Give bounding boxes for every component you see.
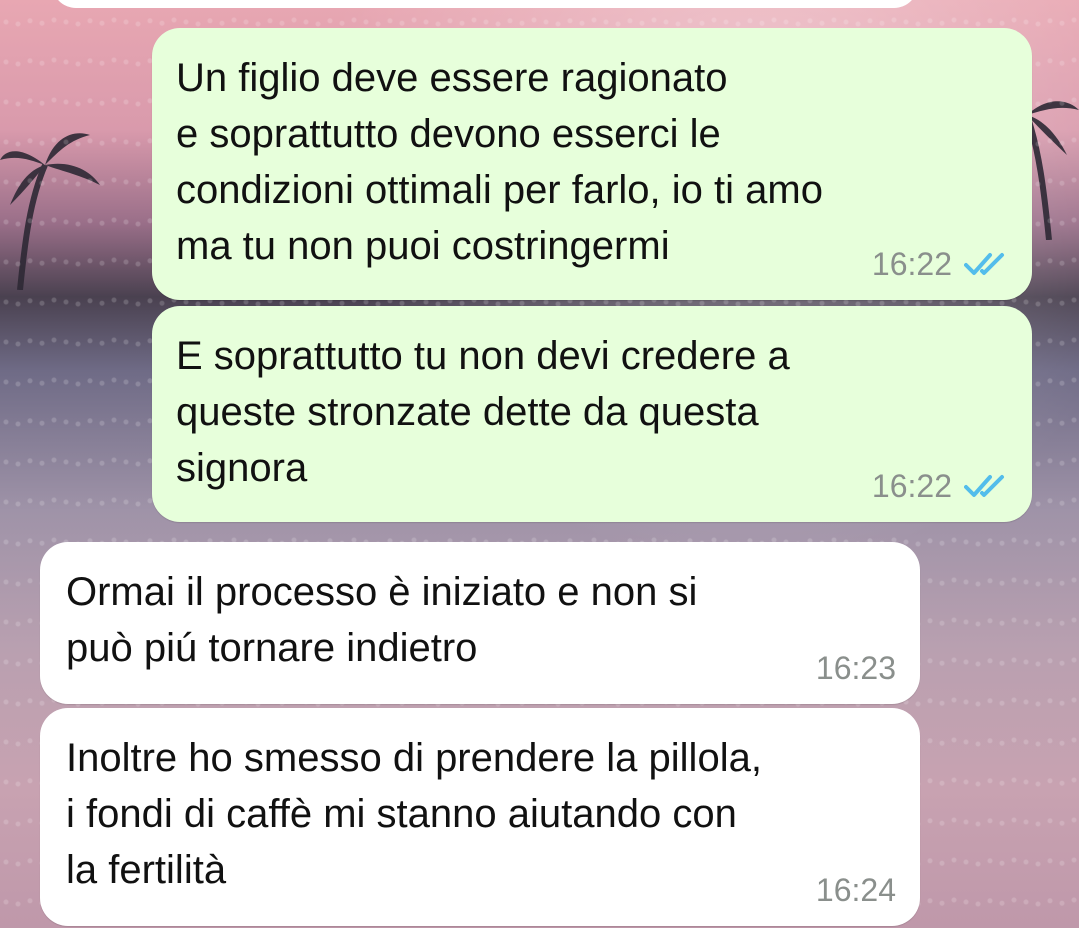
message-text: Ormai il processo è iniziato e non si pu… [66,570,698,670]
incoming-message-bubble[interactable]: Ormai il processo è iniziato e non si pu… [40,542,920,704]
message-time: 16:23 [815,650,896,686]
message-meta: 16:23 [816,652,896,684]
message-meta: 16:22 [872,248,1008,280]
outgoing-message-bubble[interactable]: E soprattutto tu non devi credere a ques… [152,306,1032,522]
message-meta: 16:22 [872,470,1008,502]
previous-message-bubble-partial [52,0,918,8]
outgoing-message-bubble[interactable]: Un figlio deve essere ragionato e soprat… [152,28,1032,300]
message-time: 16:22 [871,468,952,504]
message-time: 16:24 [815,872,896,908]
double-check-icon [964,251,1008,277]
message-time: 16:22 [871,246,952,282]
message-meta: 16:24 [816,874,896,906]
incoming-message-bubble[interactable]: Inoltre ho smesso di prendere la pillola… [40,708,920,926]
chat-messages: Un figlio deve essere ragionato e soprat… [0,0,1079,928]
message-text: Un figlio deve essere ragionato e soprat… [176,56,823,268]
message-text: Inoltre ho smesso di prendere la pillola… [66,736,762,892]
double-check-icon [964,473,1008,499]
